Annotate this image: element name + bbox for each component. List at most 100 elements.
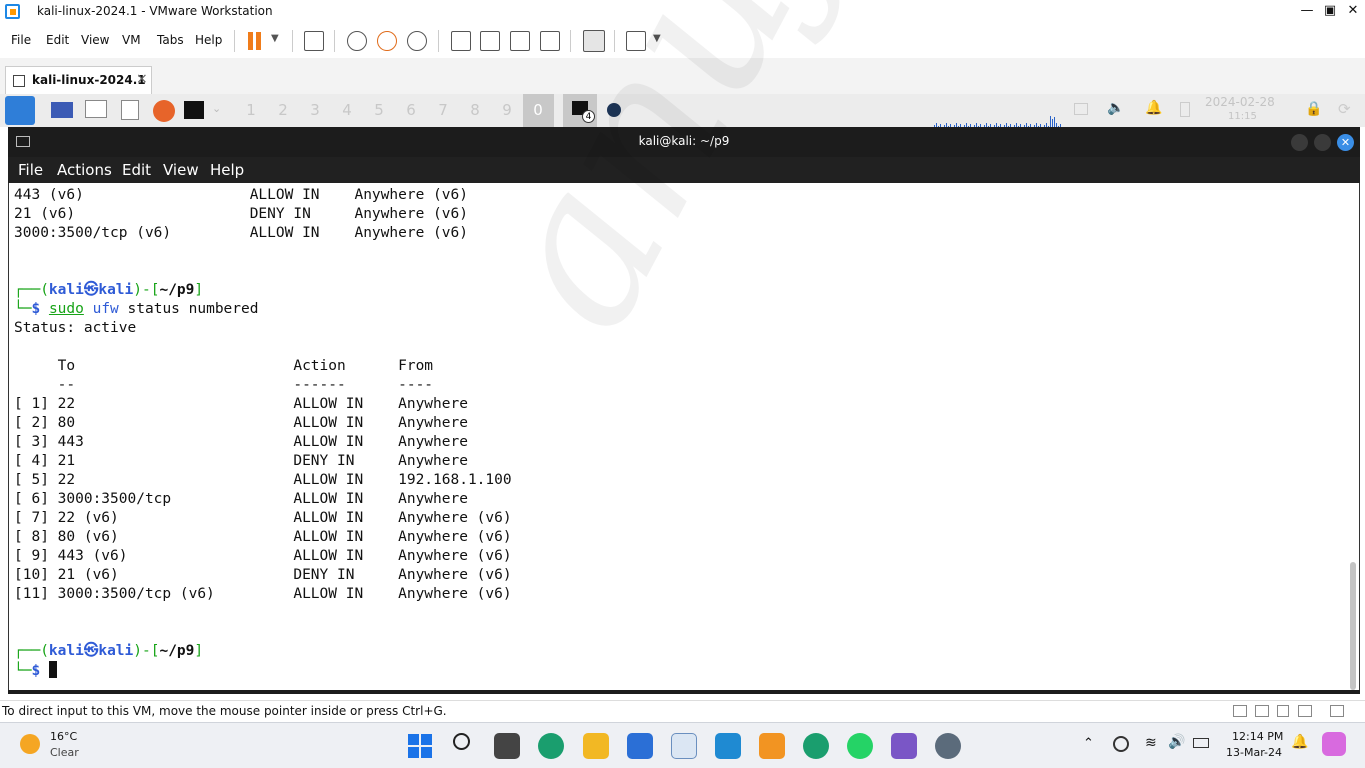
menu-edit[interactable]: Edit: [46, 33, 69, 47]
term-menu-edit[interactable]: Edit: [122, 161, 151, 179]
vscode-icon[interactable]: [715, 733, 741, 759]
thumbnail-icon[interactable]: [480, 31, 500, 51]
windows-start-icon[interactable]: [408, 734, 432, 758]
battery-icon[interactable]: [1180, 102, 1190, 117]
prompt-user: kali: [48, 643, 84, 659]
weather-temp[interactable]: 16°C: [50, 730, 77, 743]
table-row: [ 9] 443 (v6) ALLOW IN Anywhere (v6): [14, 548, 512, 564]
kali-menu-icon[interactable]: [5, 96, 35, 125]
close-icon[interactable]: ✕: [1343, 3, 1363, 18]
copilot-icon[interactable]: [1322, 732, 1346, 756]
clock-time[interactable]: 12:14 PM: [1232, 730, 1283, 743]
send-keys-icon[interactable]: [304, 31, 324, 51]
maximize-icon[interactable]: ▣: [1320, 3, 1340, 18]
speaker-icon[interactable]: 🔊: [1168, 734, 1185, 750]
notification-bell-icon[interactable]: 🔔: [1291, 734, 1308, 750]
workspace-1[interactable]: 1: [238, 101, 264, 119]
wifi-icon[interactable]: ≋: [1145, 735, 1157, 751]
menu-vm[interactable]: VM: [122, 33, 141, 47]
volume-icon[interactable]: 🔈: [1107, 100, 1124, 116]
snipping-tool-icon[interactable]: [891, 733, 917, 759]
workspace-2[interactable]: 2: [270, 101, 296, 119]
weather-moon-icon[interactable]: [20, 734, 40, 754]
toolbar-separator: [438, 30, 439, 52]
revert-snapshot-icon[interactable]: [377, 31, 397, 51]
sound-icon[interactable]: [1277, 705, 1289, 717]
term-menu-file[interactable]: File: [18, 161, 43, 179]
file-explorer-icon[interactable]: [583, 733, 609, 759]
edge-dev-icon[interactable]: [803, 733, 829, 759]
term-menu-actions[interactable]: Actions: [57, 161, 112, 179]
workspace-5[interactable]: 5: [366, 101, 392, 119]
prompt-line: ┌──(kali㉿kali)-[~/p9]: [14, 643, 204, 659]
battery-tray-icon[interactable]: [1193, 738, 1209, 748]
workspace-7[interactable]: 7: [430, 101, 456, 119]
prompt-host: kali: [98, 643, 134, 659]
menu-file[interactable]: File: [11, 33, 31, 47]
message-icon[interactable]: [1330, 705, 1344, 717]
windows-taskbar: 16°C Clear ⌃ ≋ 🔊 12:14 PM 13-Mar-24 🔔: [0, 722, 1365, 768]
library-icon[interactable]: [451, 31, 471, 51]
table-row: [ 1] 22 ALLOW IN Anywhere: [14, 396, 468, 412]
panel-time[interactable]: 11:15: [1228, 111, 1257, 122]
vmware-taskbar-icon[interactable]: [759, 733, 785, 759]
menu-tabs[interactable]: Tabs: [157, 33, 184, 47]
status-hint: To direct input to this VM, move the mou…: [2, 704, 447, 718]
file-manager-icon[interactable]: [85, 100, 107, 118]
sync-icon[interactable]: [1113, 736, 1129, 752]
task-view-icon[interactable]: [494, 733, 520, 759]
prompt-dollar: $: [31, 663, 41, 679]
lock-icon[interactable]: 🔒: [1305, 101, 1322, 117]
panel-date[interactable]: 2024-02-28: [1205, 95, 1275, 109]
workspace-4[interactable]: 4: [334, 101, 360, 119]
whatsapp-icon[interactable]: [847, 733, 873, 759]
terminal-minimize-icon[interactable]: [1291, 134, 1308, 151]
workspace-3[interactable]: 3: [302, 101, 328, 119]
command-line: └─$ sudo ufw status numbered: [14, 301, 259, 317]
terminal-scrollbar[interactable]: [1350, 562, 1356, 690]
tab-close-icon[interactable]: ×: [136, 71, 148, 87]
hdd-icon[interactable]: [1233, 705, 1247, 717]
workspace-6[interactable]: 6: [398, 101, 424, 119]
vm-tab[interactable]: kali-linux-2024.1 ×: [5, 66, 152, 94]
chevron-up-icon[interactable]: ⌃: [1083, 736, 1094, 751]
printer-icon[interactable]: [1298, 705, 1312, 717]
weather-desc[interactable]: Clear: [50, 746, 79, 759]
terminal-bottom-border: [8, 690, 1360, 694]
window-title: kali-linux-2024.1 - VMware Workstation: [37, 4, 273, 18]
menu-help[interactable]: Help: [195, 33, 222, 47]
snapshot-icon[interactable]: [347, 31, 367, 51]
term-menu-help[interactable]: Help: [210, 161, 244, 179]
resource-monitor-icon[interactable]: [671, 733, 697, 759]
prompt-line: ┌──(kali㉿kali)-[~/p9]: [14, 282, 204, 298]
vmware-logo-icon: [5, 4, 20, 19]
terminal-close-icon[interactable]: ✕: [1337, 134, 1354, 151]
terminal-icon[interactable]: [184, 101, 204, 119]
power-icon[interactable]: ⟳: [1338, 100, 1351, 118]
prompt-at: ㉿: [83, 282, 99, 298]
chevron-down-icon[interactable]: ▼: [271, 33, 279, 44]
search-icon[interactable]: [453, 733, 470, 750]
fullscreen-icon[interactable]: [510, 31, 530, 51]
edge-icon[interactable]: [538, 733, 564, 759]
chevron-down-icon[interactable]: ⌄: [212, 102, 221, 115]
command-line[interactable]: └─$: [14, 661, 57, 680]
desktop-icon[interactable]: [51, 102, 73, 118]
term-menu-view[interactable]: View: [163, 161, 199, 179]
snapshot-manager-icon[interactable]: [407, 31, 427, 51]
network-icon[interactable]: [1255, 705, 1269, 717]
firefox-icon[interactable]: [153, 100, 175, 122]
prompt-at: ㉿: [83, 643, 99, 659]
store-icon[interactable]: [627, 733, 653, 759]
text-editor-icon[interactable]: [121, 100, 139, 120]
terminal-maximize-icon[interactable]: [1314, 134, 1331, 151]
table-row: [ 4] 21 DENY IN Anywhere: [14, 453, 468, 469]
clock-date[interactable]: 13-Mar-24: [1226, 746, 1282, 759]
display-icon[interactable]: [1074, 103, 1088, 115]
workspace-8[interactable]: 8: [462, 101, 488, 119]
pause-icon[interactable]: [248, 32, 253, 50]
minimize-icon[interactable]: —: [1297, 3, 1317, 18]
bell-icon[interactable]: 🔔: [1145, 100, 1162, 116]
menu-view[interactable]: View: [81, 33, 109, 47]
settings-icon[interactable]: [935, 733, 961, 759]
